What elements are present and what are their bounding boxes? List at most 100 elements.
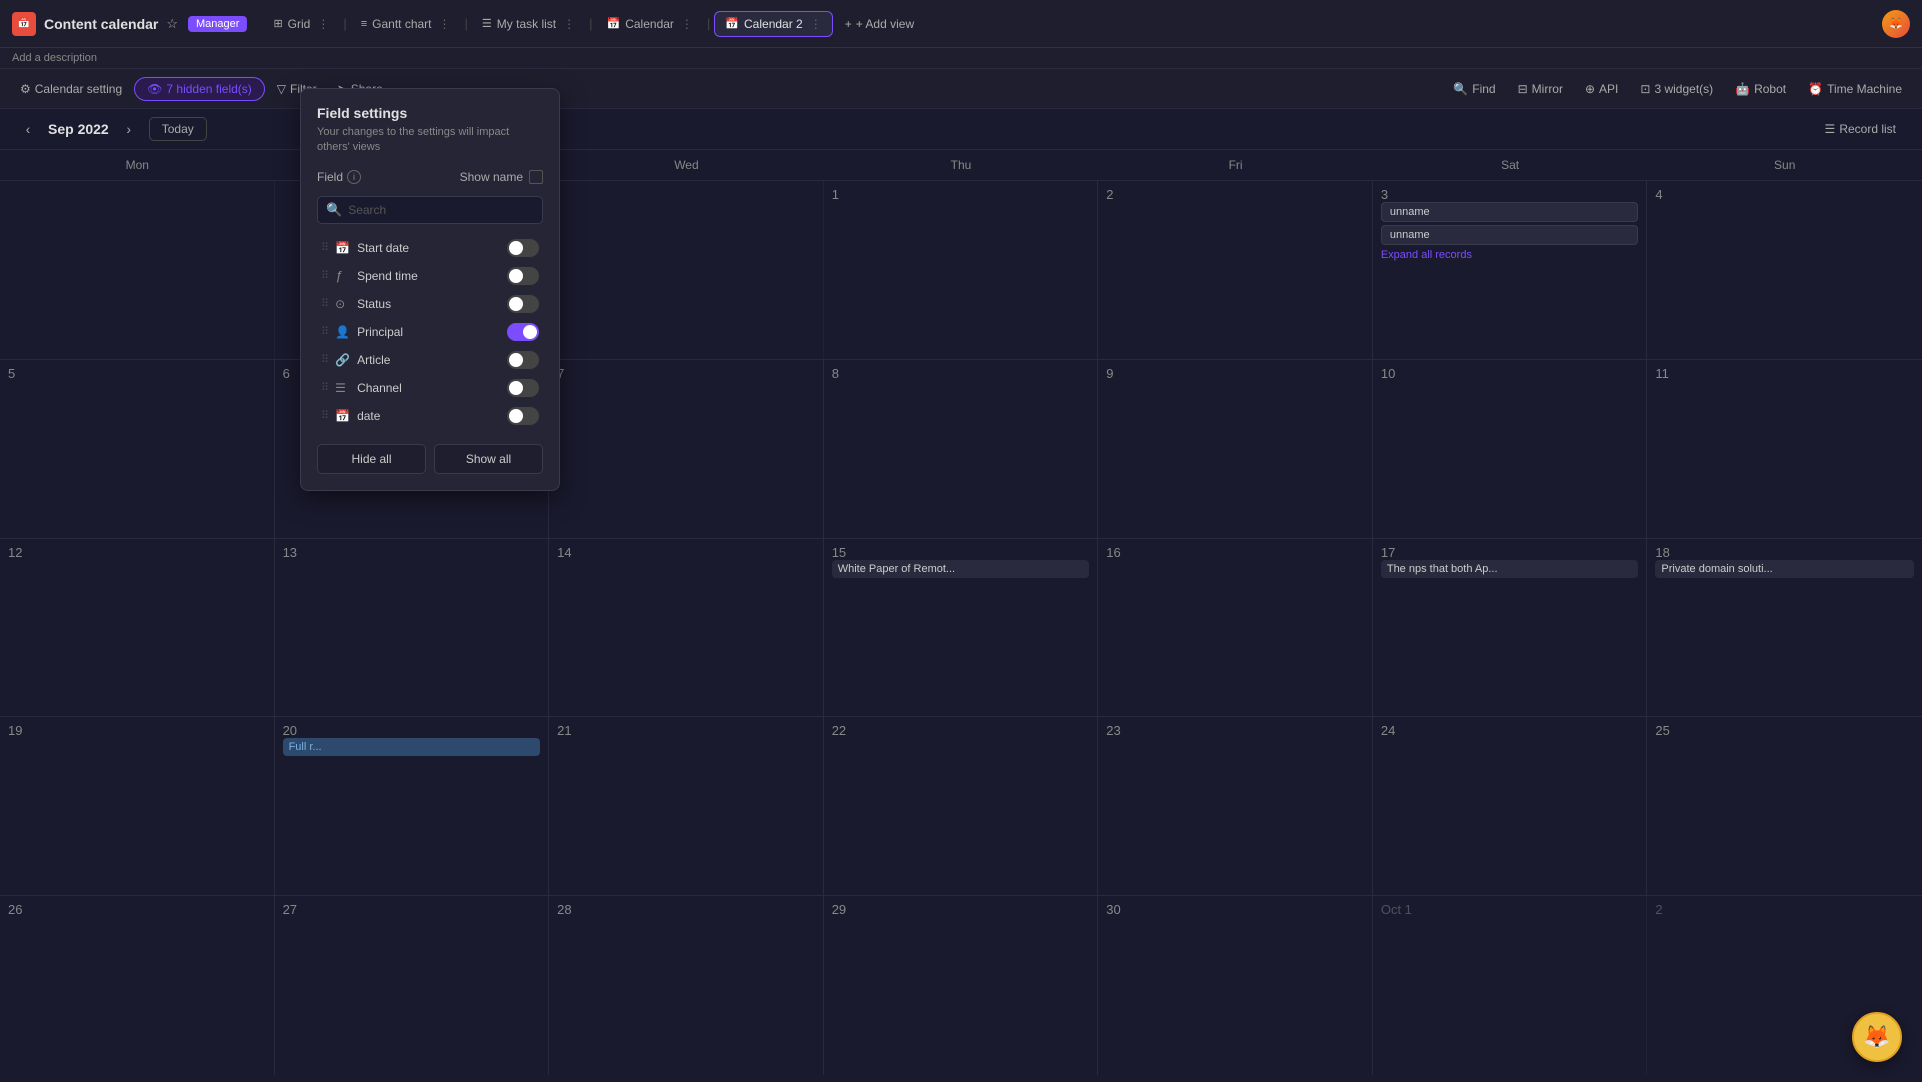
popup-field-row: Field i Show name (317, 170, 543, 184)
field-item-channel[interactable]: ⠿ ☰ Channel (317, 374, 543, 402)
field-item-spend-time[interactable]: ⠿ ƒ Spend time (317, 262, 543, 290)
tab-calendar2[interactable]: 📅 Calendar 2 ⋮ (714, 11, 832, 37)
plus-icon: + (845, 17, 852, 31)
header-mon: Mon (0, 150, 275, 180)
tab-grid[interactable]: ⊞ Grid ⋮ (263, 12, 339, 36)
info-icon[interactable]: i (347, 170, 361, 184)
search-input[interactable] (348, 203, 534, 217)
date-label: 4 (1655, 187, 1662, 202)
full-r-event[interactable]: Full r... (283, 738, 541, 756)
field-settings-overlay: Field settings Your changes to the setti… (300, 88, 560, 491)
robot-icon: 🤖 (1735, 82, 1750, 96)
show-name-checkbox[interactable] (529, 170, 543, 184)
field-name-status: Status (357, 297, 501, 311)
time-machine-button[interactable]: ⏰ Time Machine (1800, 78, 1910, 100)
cal-cell-sep22: 22 (824, 717, 1099, 895)
hide-all-button[interactable]: Hide all (317, 444, 426, 474)
drag-handle-start-date[interactable]: ⠿ (321, 241, 329, 254)
date-icon: 📅 (335, 409, 351, 423)
tab-tasklist[interactable]: ☰ My task list ⋮ (472, 12, 585, 36)
cal-cell-sep23: 23 (1098, 717, 1373, 895)
grid-tab-dots[interactable]: ⋮ (317, 17, 329, 31)
toggle-spend-time[interactable] (507, 267, 539, 285)
date-label: 2 (1106, 187, 1113, 202)
tasklist-tab-dots[interactable]: ⋮ (563, 17, 575, 31)
cal-row-3: 12 13 14 15 White Paper of Remot... 16 1… (0, 539, 1922, 718)
show-name-label: Show name (460, 170, 523, 184)
popup-footer: Hide all Show all (317, 444, 543, 474)
event-white-paper[interactable]: White Paper of Remot... (832, 560, 1090, 578)
bot-icon-corner[interactable]: 🦊 (1852, 1012, 1902, 1062)
gantt-icon: ≡ (361, 18, 367, 30)
toggle-date[interactable] (507, 407, 539, 425)
unname-item-1[interactable]: unname (1381, 202, 1639, 222)
gantt-tab-dots[interactable]: ⋮ (439, 17, 451, 31)
time-icon: ⏰ (1808, 82, 1823, 96)
cal-cell-sep21: 21 (549, 717, 824, 895)
cal-cell-aug31 (549, 181, 824, 359)
field-item-start-date[interactable]: ⠿ 📅 Start date (317, 234, 543, 262)
toolbar-right: 🔍 Find ⊟ Mirror ⊕ API ⊡ 3 widget(s) 🤖 Ro… (1445, 78, 1910, 100)
field-name-principal: Principal (357, 325, 501, 339)
event-private-domain[interactable]: Private domain soluti... (1655, 560, 1914, 578)
drag-handle-date[interactable]: ⠿ (321, 409, 329, 422)
cal-cell-sep28: 28 (549, 896, 824, 1075)
header-sun: Sun (1647, 150, 1922, 180)
field-item-principal[interactable]: ⠿ 👤 Principal (317, 318, 543, 346)
subtitle-bar: Add a description (0, 48, 1922, 69)
toggle-channel[interactable] (507, 379, 539, 397)
field-item-article[interactable]: ⠿ 🔗 Article (317, 346, 543, 374)
drag-handle-spend-time[interactable]: ⠿ (321, 269, 329, 282)
calendar2-tab-dots[interactable]: ⋮ (810, 17, 822, 31)
list-icon: ☰ (1825, 122, 1836, 136)
star-icon[interactable]: ☆ (166, 16, 178, 32)
field-item-date[interactable]: ⠿ 📅 date (317, 402, 543, 430)
cal-cell-sep9: 9 (1098, 360, 1373, 538)
cal-row-5: 26 27 28 29 30 Oct 1 2 (0, 896, 1922, 1075)
drag-handle-article[interactable]: ⠿ (321, 353, 329, 366)
tab-calendar[interactable]: 📅 Calendar ⋮ (597, 12, 703, 36)
toggle-article[interactable] (507, 351, 539, 369)
drag-handle-channel[interactable]: ⠿ (321, 381, 329, 394)
tab-gantt[interactable]: ≡ Gantt chart ⋮ (351, 12, 461, 36)
user-avatar[interactable]: 🦊 (1882, 10, 1910, 38)
add-view-button[interactable]: + + Add view (835, 12, 924, 36)
expand-all-records[interactable]: Expand all records (1381, 249, 1639, 261)
cal-cell-sep14: 14 (549, 539, 824, 717)
calendar-body: 1 2 3 unname unname Expand all records 4… (0, 181, 1922, 1075)
prev-month-button[interactable]: ‹ (16, 117, 40, 141)
event-nps[interactable]: The nps that both Ap... (1381, 560, 1639, 578)
record-list-button[interactable]: ☰ Record list (1815, 118, 1906, 140)
mirror-button[interactable]: ⊟ Mirror (1510, 78, 1571, 100)
drag-handle-status[interactable]: ⠿ (321, 297, 329, 310)
filter-icon: ▽ (277, 82, 286, 96)
settings-icon: ⚙ (20, 82, 31, 96)
calendar-tab-dots[interactable]: ⋮ (681, 17, 693, 31)
hidden-fields-button[interactable]: 👁 7 hidden field(s) (134, 77, 265, 101)
find-button[interactable]: 🔍 Find (1445, 78, 1503, 100)
cal-cell-sep7: 7 (549, 360, 824, 538)
today-button[interactable]: Today (149, 117, 207, 141)
robot-button[interactable]: 🤖 Robot (1727, 78, 1794, 100)
cal-cell-sep1: 1 (824, 181, 1099, 359)
field-settings-popup: Field settings Your changes to the setti… (300, 88, 560, 491)
calendar-setting-button[interactable]: ⚙ Calendar setting (12, 78, 130, 100)
field-item-status[interactable]: ⠿ ⊙ Status (317, 290, 543, 318)
widgets-button[interactable]: ⊡ 3 widget(s) (1632, 78, 1721, 100)
next-month-button[interactable]: › (117, 117, 141, 141)
date-label: 3 (1381, 187, 1388, 202)
toggle-status[interactable] (507, 295, 539, 313)
drag-handle-principal[interactable]: ⠿ (321, 325, 329, 338)
toggle-principal[interactable] (507, 323, 539, 341)
field-label: Field i (317, 170, 361, 184)
spend-time-icon: ƒ (335, 268, 351, 283)
app-description: Add a description (12, 52, 97, 64)
status-icon: ⊙ (335, 297, 351, 311)
show-all-button[interactable]: Show all (434, 444, 543, 474)
api-button[interactable]: ⊕ API (1577, 78, 1626, 100)
unname-item-2[interactable]: unname (1381, 225, 1639, 245)
calendar-icon: 📅 (607, 17, 621, 30)
toggle-start-date[interactable] (507, 239, 539, 257)
calendar-header: Mon Tue Wed Thu Fri Sat Sun (0, 150, 1922, 181)
view-tabs: ⊞ Grid ⋮ | ≡ Gantt chart ⋮ | ☰ My task l… (263, 11, 1878, 37)
